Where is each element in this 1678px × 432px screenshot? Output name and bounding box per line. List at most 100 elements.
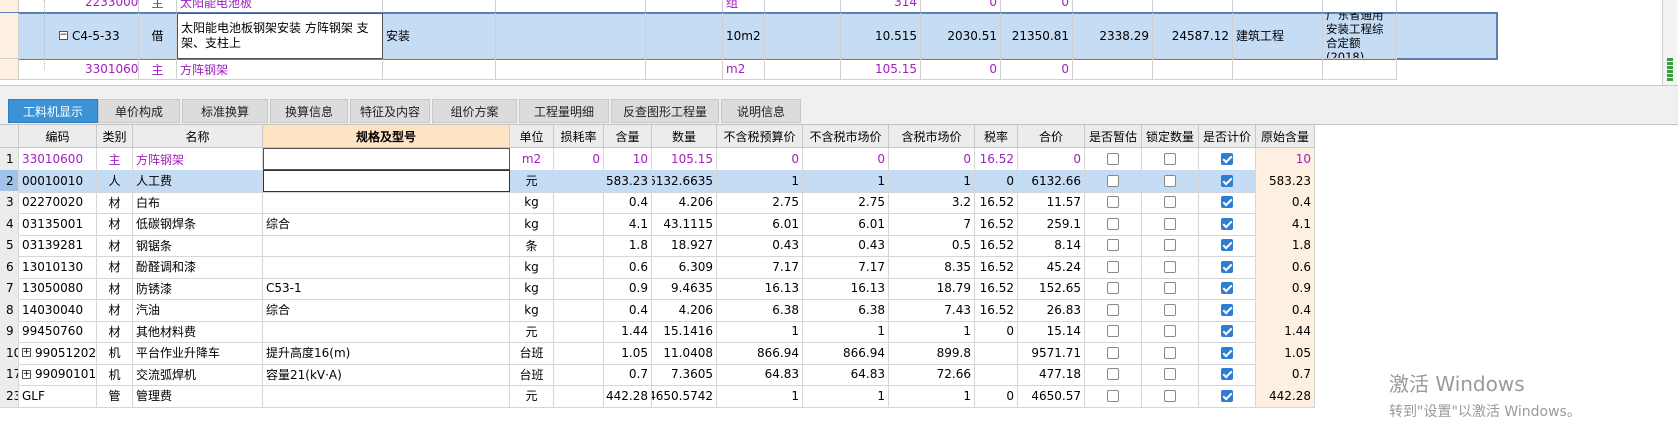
cell-cat[interactable]: 材 <box>97 320 133 343</box>
cell-p2[interactable]: 6.38 <box>803 298 889 322</box>
tab-5[interactable]: 组价方案 <box>432 99 517 123</box>
cell-spec[interactable]: 综合 <box>263 298 510 322</box>
cell-cat[interactable]: 材 <box>97 234 133 257</box>
cell-loss[interactable] <box>554 255 604 279</box>
cell-code[interactable]: 03135001 <box>19 212 97 236</box>
quota-cell-spec[interactable]: 建筑工程 <box>1233 13 1323 59</box>
cell-content[interactable]: 0.7 <box>604 363 652 386</box>
quota-cell-m1[interactable]: 2338.29 <box>1073 13 1153 59</box>
table-row[interactable]: 1 33010600 主方阵钢架 m2 0 10 105.15 0 0 0 16.52 0 10 <box>0 148 1315 171</box>
cell-total[interactable]: 152.65 <box>1018 277 1085 300</box>
cell-p3[interactable]: 7 <box>889 212 975 236</box>
cell-spec[interactable] <box>263 320 510 343</box>
cell-p3[interactable]: 1 <box>889 169 975 193</box>
cell-unit[interactable]: kg <box>510 298 554 322</box>
quota-cell-unit[interactable]: 10m2 <box>723 13 765 59</box>
cell-spec[interactable]: 提升高度16(m) <box>263 341 510 365</box>
cell-qty[interactable]: 4650.5742 <box>652 384 717 408</box>
tab-1[interactable]: 单价构成 <box>98 99 180 123</box>
column-header-est[interactable]: 是否暂估 <box>1085 125 1142 148</box>
estimate-checkbox[interactable] <box>1107 196 1119 208</box>
table-row[interactable]: 3 02270020 材白布 kg 0.4 4.206 2.75 2.75 3.2 16.52 11… <box>0 191 1315 214</box>
quota-cell-empty[interactable] <box>646 13 723 59</box>
quota-cell-empty[interactable] <box>765 13 841 59</box>
include-price-checkbox[interactable] <box>1221 368 1233 380</box>
quota-cell-total[interactable]: 0 <box>1001 0 1073 13</box>
quota-cell-name[interactable]: 太阳能电池板钢架安装 方阵钢架 支架、支柱上 <box>177 13 383 59</box>
cell-p1[interactable]: 1 <box>717 169 803 193</box>
cell-p1[interactable]: 6.01 <box>717 212 803 236</box>
cell-p2[interactable]: 6.01 <box>803 212 889 236</box>
cell-qty[interactable]: 43.1115 <box>652 212 717 236</box>
cell-qty[interactable]: 105.15 <box>652 148 717 171</box>
cell-p1[interactable]: 64.83 <box>717 363 803 386</box>
cell-unit[interactable]: 元 <box>510 384 554 408</box>
cell-total[interactable]: 15.14 <box>1018 320 1085 343</box>
estimate-checkbox[interactable] <box>1107 303 1119 316</box>
column-header-price[interactable]: 是否计价 <box>1199 125 1256 148</box>
table-row[interactable]: 23 GLF 管 管理费 元 442.28 4650.5742 1 1 1 0 4650.57 442.… <box>0 384 1315 408</box>
estimate-checkbox[interactable] <box>1107 260 1119 273</box>
cell-total[interactable]: 4650.57 <box>1018 384 1085 408</box>
cell-cat[interactable]: 材 <box>97 191 133 214</box>
cell-unit[interactable]: 元 <box>510 320 554 343</box>
include-price-checkbox[interactable] <box>1221 239 1233 251</box>
vertical-scroll-indicator[interactable] <box>1662 0 1677 92</box>
column-header-p1[interactable]: 不含税预算价 <box>717 125 803 148</box>
cell-code[interactable]: +990901010 <box>19 363 97 386</box>
cell-p1[interactable]: 0 <box>717 148 803 171</box>
cell-total[interactable]: 26.83 <box>1018 298 1085 322</box>
column-header-total[interactable]: 合价 <box>1018 125 1085 148</box>
cell-code[interactable]: 14030040 <box>19 298 97 322</box>
cell-spec[interactable] <box>263 234 510 257</box>
cell-loss[interactable] <box>554 277 604 300</box>
cell-tax[interactable] <box>975 341 1018 365</box>
quota-cell-m2[interactable]: 24587.12 <box>1153 13 1233 59</box>
table-row[interactable]: 6 13010130 材 酚醛调和漆 kg 0.6 6.309 7.17 7.17 8.35 16.… <box>0 255 1315 279</box>
tab-2[interactable]: 标准换算 <box>182 99 268 123</box>
cell-p3[interactable]: 0.5 <box>889 234 975 257</box>
cell-cat[interactable]: 机 <box>97 363 133 386</box>
quota-cell-m1[interactable] <box>1073 0 1153 13</box>
quota-cell-empty[interactable] <box>765 59 841 80</box>
cell-unit[interactable]: 条 <box>510 234 554 257</box>
cell-p3[interactable]: 8.35 <box>889 255 975 279</box>
quota-cell-empty[interactable] <box>496 59 646 80</box>
cell-cat[interactable]: 材 <box>97 277 133 300</box>
cell-tax[interactable]: 16.52 <box>975 148 1018 171</box>
estimate-checkbox[interactable] <box>1107 217 1119 230</box>
cell-spec[interactable] <box>263 255 510 279</box>
quota-cell-qty[interactable]: 314 <box>841 0 921 13</box>
estimate-checkbox[interactable] <box>1107 325 1119 337</box>
quota-cell-qty[interactable]: 105.15 <box>841 59 921 80</box>
cell-p1[interactable]: 7.17 <box>717 255 803 279</box>
column-header-code[interactable]: 编码 <box>19 125 97 148</box>
cell-orig[interactable]: 442.28 <box>1256 384 1315 408</box>
cell-p2[interactable]: 64.83 <box>803 363 889 386</box>
cell-loss[interactable] <box>554 169 604 193</box>
quota-cell-qty[interactable]: 10.515 <box>841 13 921 59</box>
quota-cell-m2[interactable] <box>1153 0 1233 13</box>
quota-cell-empty[interactable] <box>496 0 646 13</box>
quota-cell-code[interactable]: − C4-5-33 <box>19 13 139 59</box>
column-header-lock[interactable]: 锁定数量 <box>1142 125 1199 148</box>
cell-total[interactable]: 0 <box>1018 148 1085 171</box>
cell-name[interactable]: 白布 <box>133 191 263 214</box>
quota-cell-m1[interactable] <box>1073 59 1153 80</box>
column-header-tax[interactable]: 税率 <box>975 125 1018 148</box>
cell-orig[interactable]: 0.7 <box>1256 363 1315 386</box>
quota-cell-m2[interactable] <box>1153 59 1233 80</box>
quota-cell-fixed[interactable] <box>1323 59 1397 80</box>
cell-qty[interactable]: 9.4635 <box>652 277 717 300</box>
cell-qty[interactable]: 15.1416 <box>652 320 717 343</box>
cell-name[interactable]: 平台作业升降车 <box>133 341 263 365</box>
lock-quantity-checkbox[interactable] <box>1164 153 1176 165</box>
include-price-checkbox[interactable] <box>1221 174 1233 187</box>
cell-code[interactable]: 02270020 <box>19 191 97 214</box>
lock-quantity-checkbox[interactable] <box>1164 260 1176 273</box>
cell-cat[interactable]: 管 <box>97 384 133 408</box>
cell-name[interactable]: 方阵钢架 <box>133 148 263 171</box>
cell-cat[interactable]: 主 <box>97 148 133 171</box>
cell-name[interactable]: 人工费 <box>133 169 263 193</box>
quota-row[interactable]: − C4-5-33 借 太阳能电池板钢架安装 方阵钢架 支架、支柱上 安装 10m2 10.… <box>0 12 1498 60</box>
